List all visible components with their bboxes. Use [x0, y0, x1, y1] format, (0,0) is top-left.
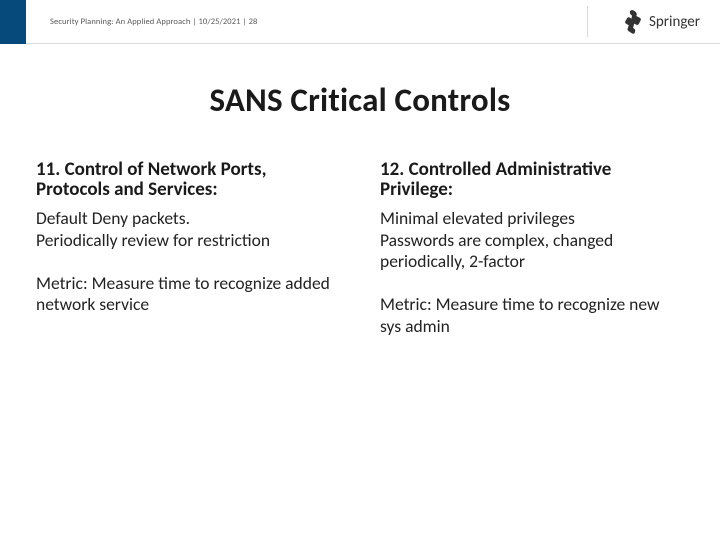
breadcrumb: Security Planning: An Applied Approach |… [50, 17, 257, 27]
slide: Security Planning: An Applied Approach |… [0, 0, 720, 540]
content-columns: 11. Control of Network Ports, Protocols … [0, 120, 720, 337]
springer-horse-icon [621, 9, 643, 35]
control-11-heading: 11. Control of Network Ports, Protocols … [36, 160, 340, 200]
control-12-body: Minimal elevated privileges Passwords ar… [380, 208, 684, 337]
control-12-line2: Passwords are complex, changed periodica… [380, 230, 684, 273]
control-11-line2: Periodically review for restriction [36, 230, 340, 251]
publisher-name: Springer [649, 13, 700, 31]
slide-title: SANS Critical Controls [0, 80, 720, 120]
control-12-line1: Minimal elevated privileges [380, 208, 684, 229]
accent-tab [0, 0, 26, 44]
divider [587, 6, 588, 37]
control-12-heading: 12. Controlled Administrative Privilege: [380, 160, 684, 200]
control-11-metric: Metric: Measure time to recognize added … [36, 273, 340, 316]
control-12-metric: Metric: Measure time to recognize new sy… [380, 294, 684, 337]
left-column: 11. Control of Network Ports, Protocols … [36, 160, 340, 337]
control-11-body: Default Deny packets. Periodically revie… [36, 208, 340, 315]
control-11-line1: Default Deny packets. [36, 208, 340, 229]
slide-header: Security Planning: An Applied Approach |… [0, 0, 720, 44]
right-column: 12. Controlled Administrative Privilege:… [380, 160, 684, 337]
publisher-brand: Springer [607, 9, 700, 35]
